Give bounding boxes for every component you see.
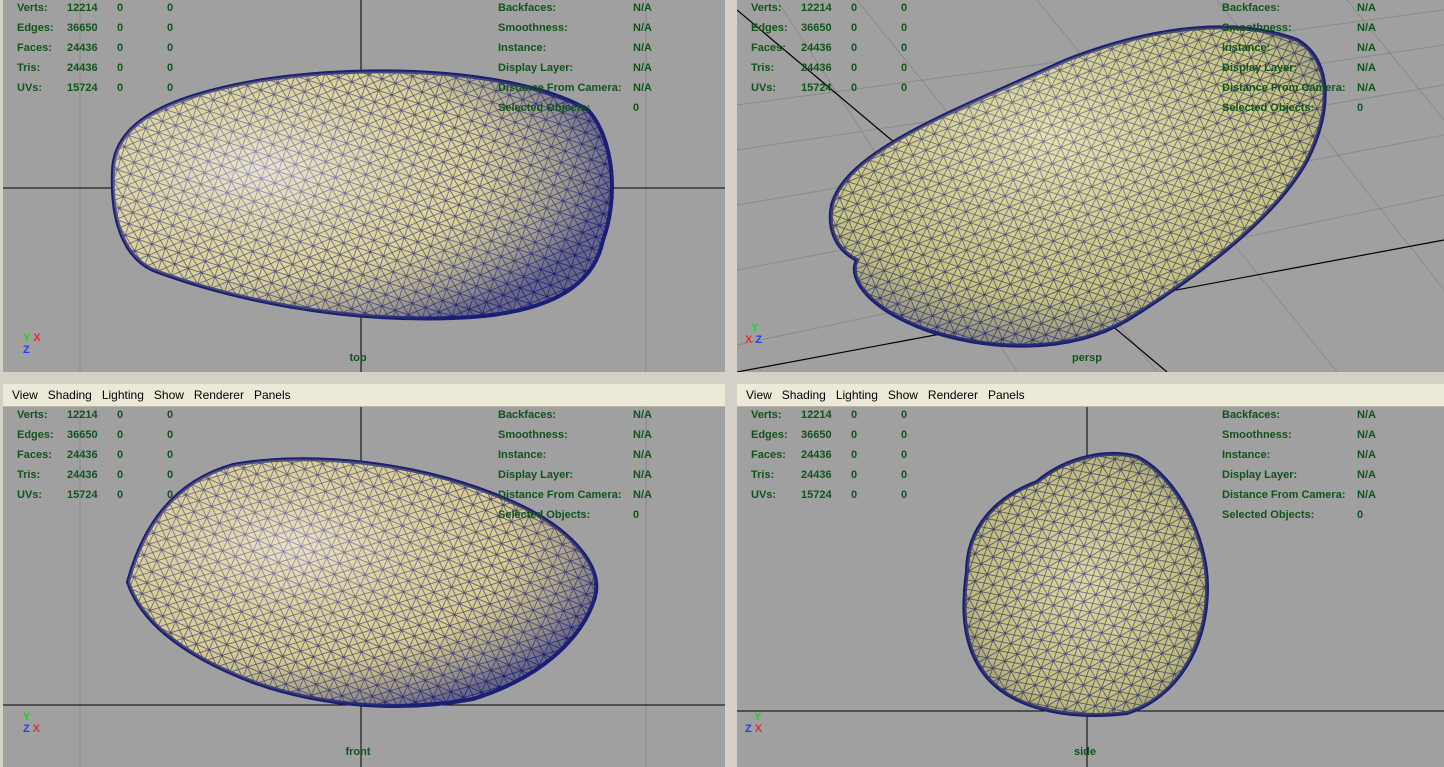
menu-renderer[interactable]: Renderer (189, 388, 249, 402)
menu-panels[interactable]: Panels (983, 388, 1030, 402)
axis-indicator-front: YZ X (23, 711, 41, 735)
viewport-front[interactable]: Verts: 12214 0 0 Edges: 36650 0 0 Faces: 24436 0 0 T… (3, 407, 725, 767)
side-view-canvas (737, 407, 1444, 767)
menu-view[interactable]: View (741, 388, 777, 402)
camera-label-side: side (1073, 746, 1097, 758)
camera-label-front: front (345, 746, 371, 758)
menu-shading[interactable]: Shading (43, 388, 97, 402)
viewport-persp[interactable]: Verts: 12214 0 0 Edges: 36650 0 0 Faces: 24436 0 0 T… (737, 0, 1444, 372)
top-view-canvas (3, 0, 725, 372)
camera-label-persp: persp (1072, 352, 1102, 364)
menu-panels[interactable]: Panels (249, 388, 296, 402)
camera-label-top: top (349, 352, 367, 364)
axis-indicator-persp: YX Z (745, 322, 763, 346)
viewport-top[interactable]: Verts: 12214 0 0 Edges: 36650 0 0 Faces: 24436 0 0 T… (3, 0, 725, 372)
menu-show[interactable]: Show (149, 388, 189, 402)
axis-indicator-side: YZ X (745, 711, 763, 735)
viewport-side[interactable]: Verts: 12214 0 0 Edges: 36650 0 0 Faces: 24436 0 0 T… (737, 407, 1444, 767)
menu-renderer[interactable]: Renderer (923, 388, 983, 402)
menu-lighting[interactable]: Lighting (831, 388, 883, 402)
menubar-side: View Shading Lighting Show Renderer Panels (737, 384, 1444, 407)
menu-lighting[interactable]: Lighting (97, 388, 149, 402)
menu-view[interactable]: View (7, 388, 43, 402)
menu-show[interactable]: Show (883, 388, 923, 402)
menubar-front: View Shading Lighting Show Renderer Panels (3, 384, 725, 407)
persp-view-canvas (737, 0, 1444, 372)
menu-shading[interactable]: Shading (777, 388, 831, 402)
axis-indicator-top: Y XZ (23, 332, 41, 356)
front-view-canvas (3, 407, 725, 767)
